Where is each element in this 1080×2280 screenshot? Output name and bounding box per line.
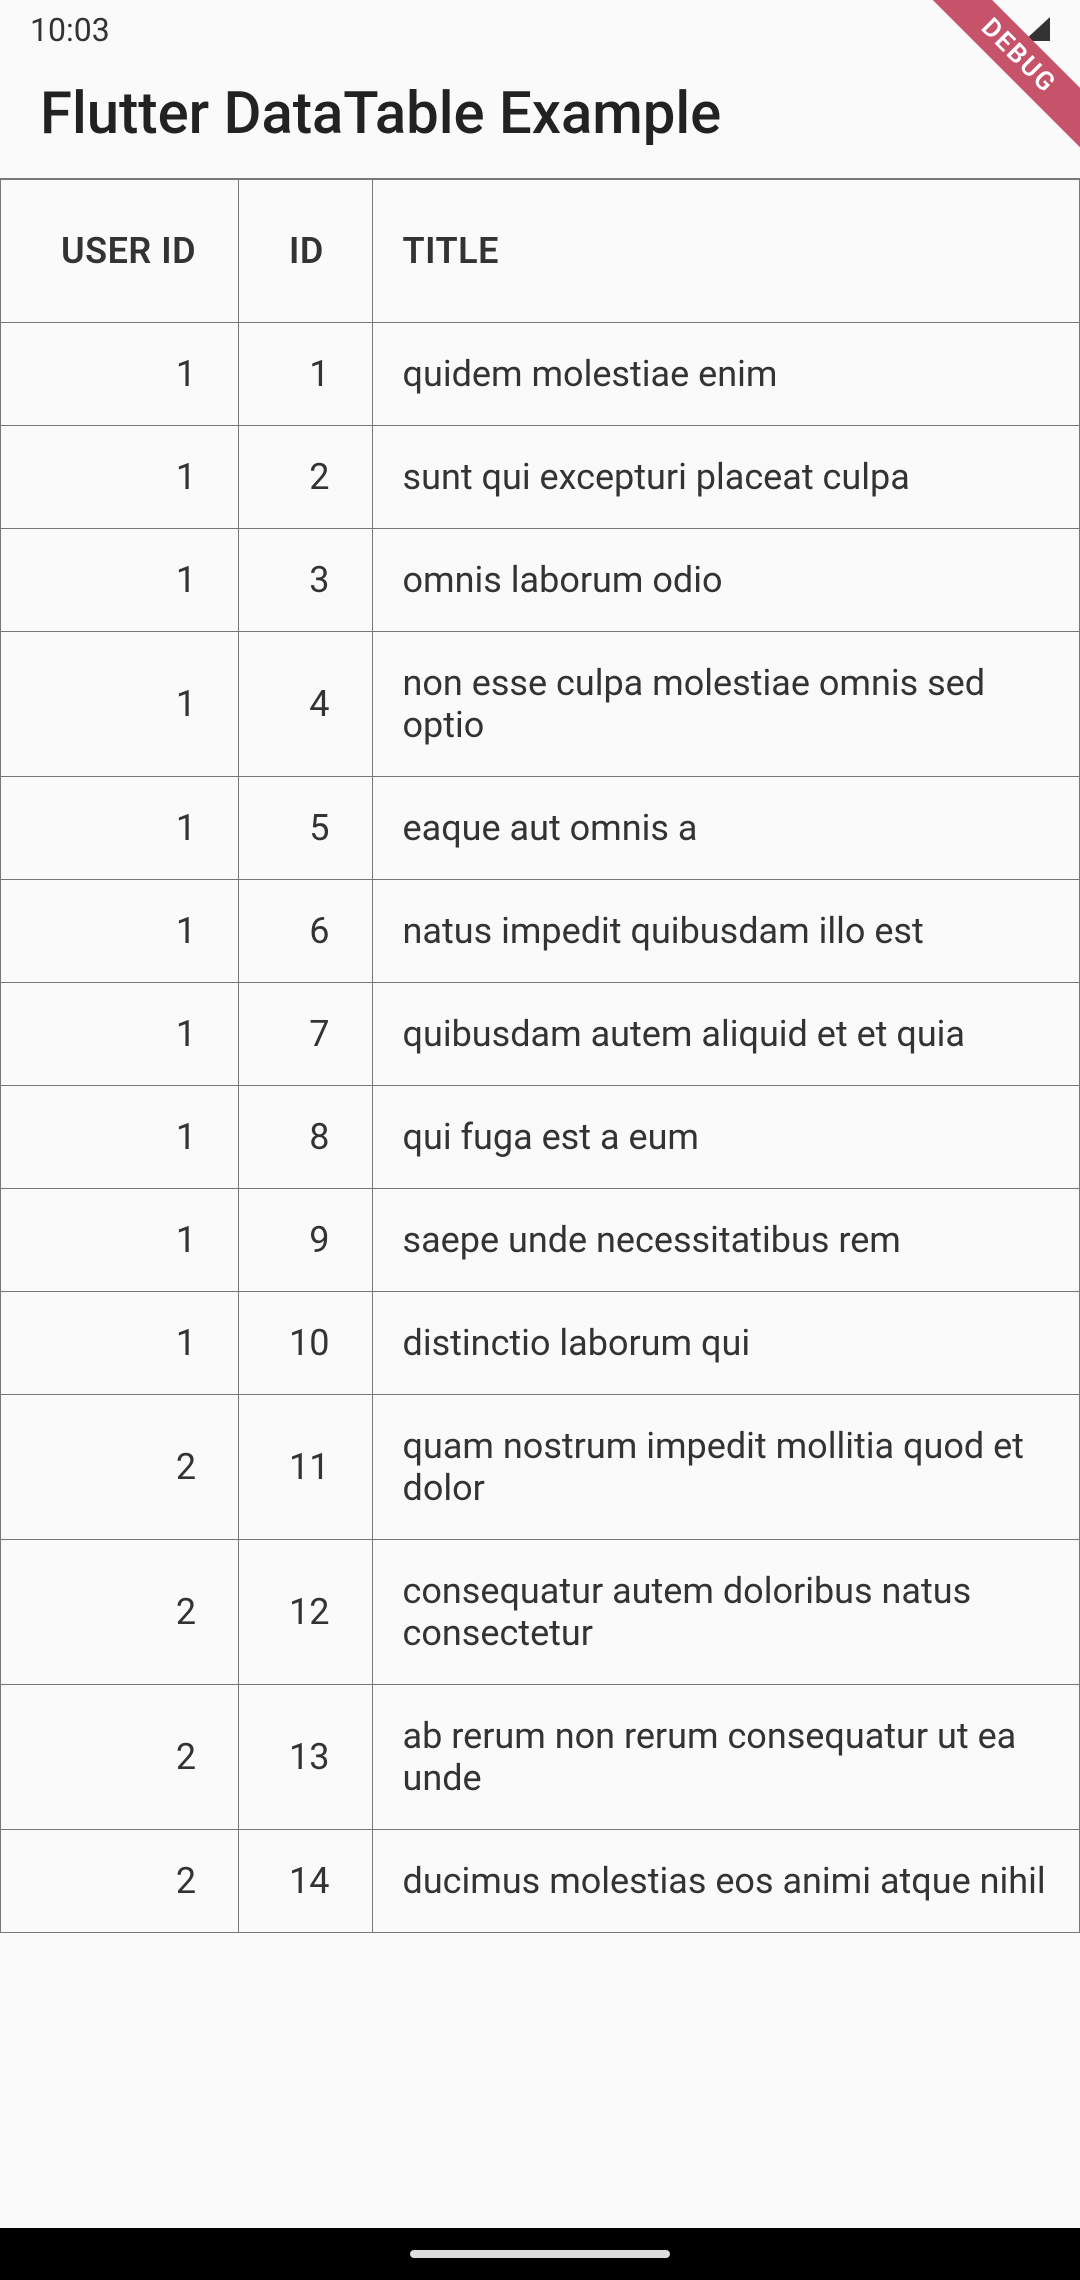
table-row[interactable]: 213ab rerum non rerum consequatur ut ea … <box>1 1685 1080 1830</box>
cell-id: 3 <box>239 529 372 632</box>
cell-user-id: 1 <box>1 632 239 777</box>
cell-user-id: 2 <box>1 1830 239 1933</box>
cell-title: non esse culpa molestiae omnis sed optio <box>372 632 1079 777</box>
cell-title: omnis laborum odio <box>372 529 1079 632</box>
cell-title: quidem molestiae enim <box>372 323 1079 426</box>
nav-home-pill[interactable] <box>410 2250 670 2258</box>
cell-user-id: 1 <box>1 983 239 1086</box>
table-header-row: USER ID ID TITLE <box>1 180 1080 323</box>
cell-user-id: 1 <box>1 323 239 426</box>
table-row[interactable]: 18qui fuga est a eum <box>1 1086 1080 1189</box>
status-time: 10:03 <box>30 11 110 49</box>
cell-title: quibusdam autem aliquid et et quia <box>372 983 1079 1086</box>
cell-title: qui fuga est a eum <box>372 1086 1079 1189</box>
cell-user-id: 2 <box>1 1685 239 1830</box>
cell-id: 11 <box>239 1395 372 1540</box>
cell-id: 6 <box>239 880 372 983</box>
cell-id: 10 <box>239 1292 372 1395</box>
table-row[interactable]: 17quibusdam autem aliquid et et quia <box>1 983 1080 1086</box>
table-row[interactable]: 14non esse culpa molestiae omnis sed opt… <box>1 632 1080 777</box>
data-table-container[interactable]: USER ID ID TITLE 11quidem molestiae enim… <box>0 178 1080 1933</box>
cell-user-id: 2 <box>1 1395 239 1540</box>
cell-id: 4 <box>239 632 372 777</box>
cell-user-id: 1 <box>1 777 239 880</box>
table-row[interactable]: 214ducimus molestias eos animi atque nih… <box>1 1830 1080 1933</box>
table-row[interactable]: 19saepe unde necessitatibus rem <box>1 1189 1080 1292</box>
cell-user-id: 1 <box>1 1189 239 1292</box>
cell-id: 8 <box>239 1086 372 1189</box>
table-row[interactable]: 211quam nostrum impedit mollitia quod et… <box>1 1395 1080 1540</box>
cell-id: 1 <box>239 323 372 426</box>
page-title: Flutter DataTable Example <box>40 80 1040 148</box>
cell-id: 13 <box>239 1685 372 1830</box>
cell-id: 5 <box>239 777 372 880</box>
cell-title: eaque aut omnis a <box>372 777 1079 880</box>
cell-id: 9 <box>239 1189 372 1292</box>
column-header-user-id[interactable]: USER ID <box>1 180 239 323</box>
cell-user-id: 1 <box>1 426 239 529</box>
cell-user-id: 1 <box>1 1292 239 1395</box>
cell-title: natus impedit quibusdam illo est <box>372 880 1079 983</box>
data-table: USER ID ID TITLE 11quidem molestiae enim… <box>0 179 1080 1933</box>
cell-user-id: 1 <box>1 1086 239 1189</box>
status-bar: 10:03 <box>0 0 1080 60</box>
cell-user-id: 1 <box>1 880 239 983</box>
android-nav-bar[interactable] <box>0 2228 1080 2280</box>
cell-title: consequatur autem doloribus natus consec… <box>372 1540 1079 1685</box>
app-bar: Flutter DataTable Example <box>0 60 1080 178</box>
column-header-id[interactable]: ID <box>239 180 372 323</box>
cell-title: saepe unde necessitatibus rem <box>372 1189 1079 1292</box>
table-row[interactable]: 13omnis laborum odio <box>1 529 1080 632</box>
cell-user-id: 2 <box>1 1540 239 1685</box>
cell-title: sunt qui excepturi placeat culpa <box>372 426 1079 529</box>
cell-title: quam nostrum impedit mollitia quod et do… <box>372 1395 1079 1540</box>
cell-id: 12 <box>239 1540 372 1685</box>
cell-title: distinctio laborum qui <box>372 1292 1079 1395</box>
cell-id: 7 <box>239 983 372 1086</box>
cell-title: ducimus molestias eos animi atque nihil <box>372 1830 1079 1933</box>
table-row[interactable]: 15eaque aut omnis a <box>1 777 1080 880</box>
table-row[interactable]: 11quidem molestiae enim <box>1 323 1080 426</box>
column-header-title[interactable]: TITLE <box>372 180 1079 323</box>
table-row[interactable]: 12sunt qui excepturi placeat culpa <box>1 426 1080 529</box>
cell-user-id: 1 <box>1 529 239 632</box>
cell-title: ab rerum non rerum consequatur ut ea und… <box>372 1685 1079 1830</box>
cell-id: 2 <box>239 426 372 529</box>
table-row[interactable]: 212consequatur autem doloribus natus con… <box>1 1540 1080 1685</box>
cell-id: 14 <box>239 1830 372 1933</box>
table-row[interactable]: 16natus impedit quibusdam illo est <box>1 880 1080 983</box>
table-row[interactable]: 110distinctio laborum qui <box>1 1292 1080 1395</box>
